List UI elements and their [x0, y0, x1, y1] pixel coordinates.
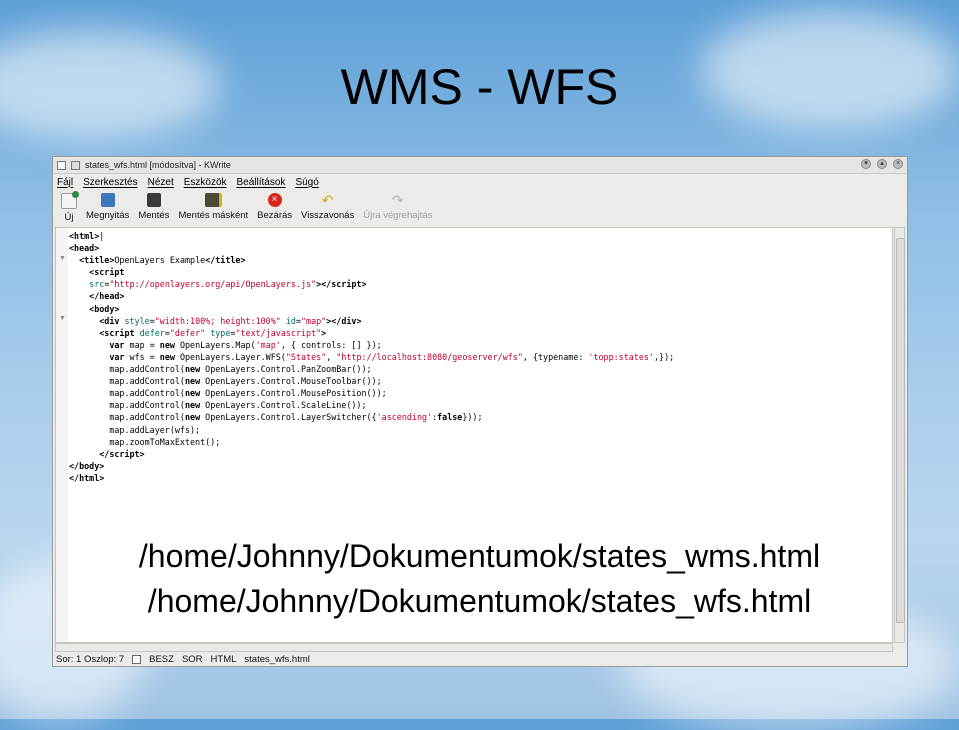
save-as-icon: [204, 193, 222, 207]
fold-marker-icon[interactable]: ▼: [59, 315, 66, 322]
file-name: states_wfs.html: [244, 653, 310, 665]
window-title: states_wfs.html [módosítva] - KWrite: [85, 160, 231, 170]
new-document-icon: [61, 191, 79, 209]
save-button[interactable]: Mentés: [138, 191, 169, 221]
redo-button[interactable]: ↷ Újra végrehajtás: [363, 191, 432, 221]
wfs-file-path: /home/Johnny/Dokumentumok/states_wfs.htm…: [147, 583, 812, 619]
file-type[interactable]: HTML: [211, 654, 237, 665]
selection-mode[interactable]: SOR: [182, 654, 203, 665]
fold-marker-icon[interactable]: ▼: [59, 255, 66, 262]
statusbar: Sor: 1 Oszlop: 7 BESZ SOR HTML states_wf…: [53, 652, 910, 666]
modified-pencil-icon: [132, 654, 142, 664]
code-editor[interactable]: ▼ ▼ <html>| <head> <title>OpenLayers Exa…: [55, 227, 893, 643]
open-folder-icon: [100, 193, 115, 207]
menu-tools[interactable]: Eszközök: [184, 177, 227, 188]
open-button[interactable]: Megnyitás: [86, 191, 129, 221]
wms-file-path: /home/Johnny/Dokumentumok/states_wms.htm…: [138, 538, 821, 574]
close-document-icon: ×: [267, 193, 282, 207]
menu-help[interactable]: Súgó: [295, 177, 318, 188]
undo-button[interactable]: ↶ Visszavonás: [301, 191, 354, 221]
window-titlebar[interactable]: states_wfs.html [módosítva] - KWrite ▾ ▴…: [53, 157, 907, 174]
maximize-icon[interactable]: ▴: [877, 159, 887, 169]
close-icon[interactable]: ×: [893, 159, 903, 169]
menu-edit[interactable]: Szerkesztés: [83, 177, 137, 188]
menu-file[interactable]: Fájl: [57, 177, 73, 188]
toolbar: Új Megnyitás Mentés Mentés másként × Bez…: [53, 191, 915, 225]
window-pin-icon[interactable]: [71, 160, 80, 170]
cursor-position: Sor: 1 Oszlop: 7: [56, 653, 125, 665]
undo-icon: ↶: [321, 192, 334, 208]
save-as-button[interactable]: Mentés másként: [178, 191, 248, 221]
close-document-button[interactable]: × Bezárás: [257, 191, 292, 221]
save-disk-icon: [146, 193, 161, 207]
slide-title: WMS - WFS: [340, 59, 619, 115]
code-content: <html>| <head> <title>OpenLayers Example…: [69, 231, 675, 483]
menu-settings[interactable]: Beállítások: [237, 177, 286, 188]
menu-view[interactable]: Nézet: [148, 177, 174, 188]
insert-mode[interactable]: BESZ: [149, 654, 174, 665]
new-button[interactable]: Új: [61, 191, 79, 223]
vertical-scrollbar[interactable]: [894, 227, 905, 643]
menubar: Fájl Szerkesztés Nézet Eszközök Beállítá…: [53, 174, 911, 190]
editor-gutter: [56, 228, 68, 642]
redo-icon: ↷: [391, 192, 404, 208]
minimize-icon[interactable]: ▾: [861, 159, 871, 169]
window-menu-icon[interactable]: [57, 160, 66, 170]
horizontal-scrollbar[interactable]: [55, 643, 893, 652]
